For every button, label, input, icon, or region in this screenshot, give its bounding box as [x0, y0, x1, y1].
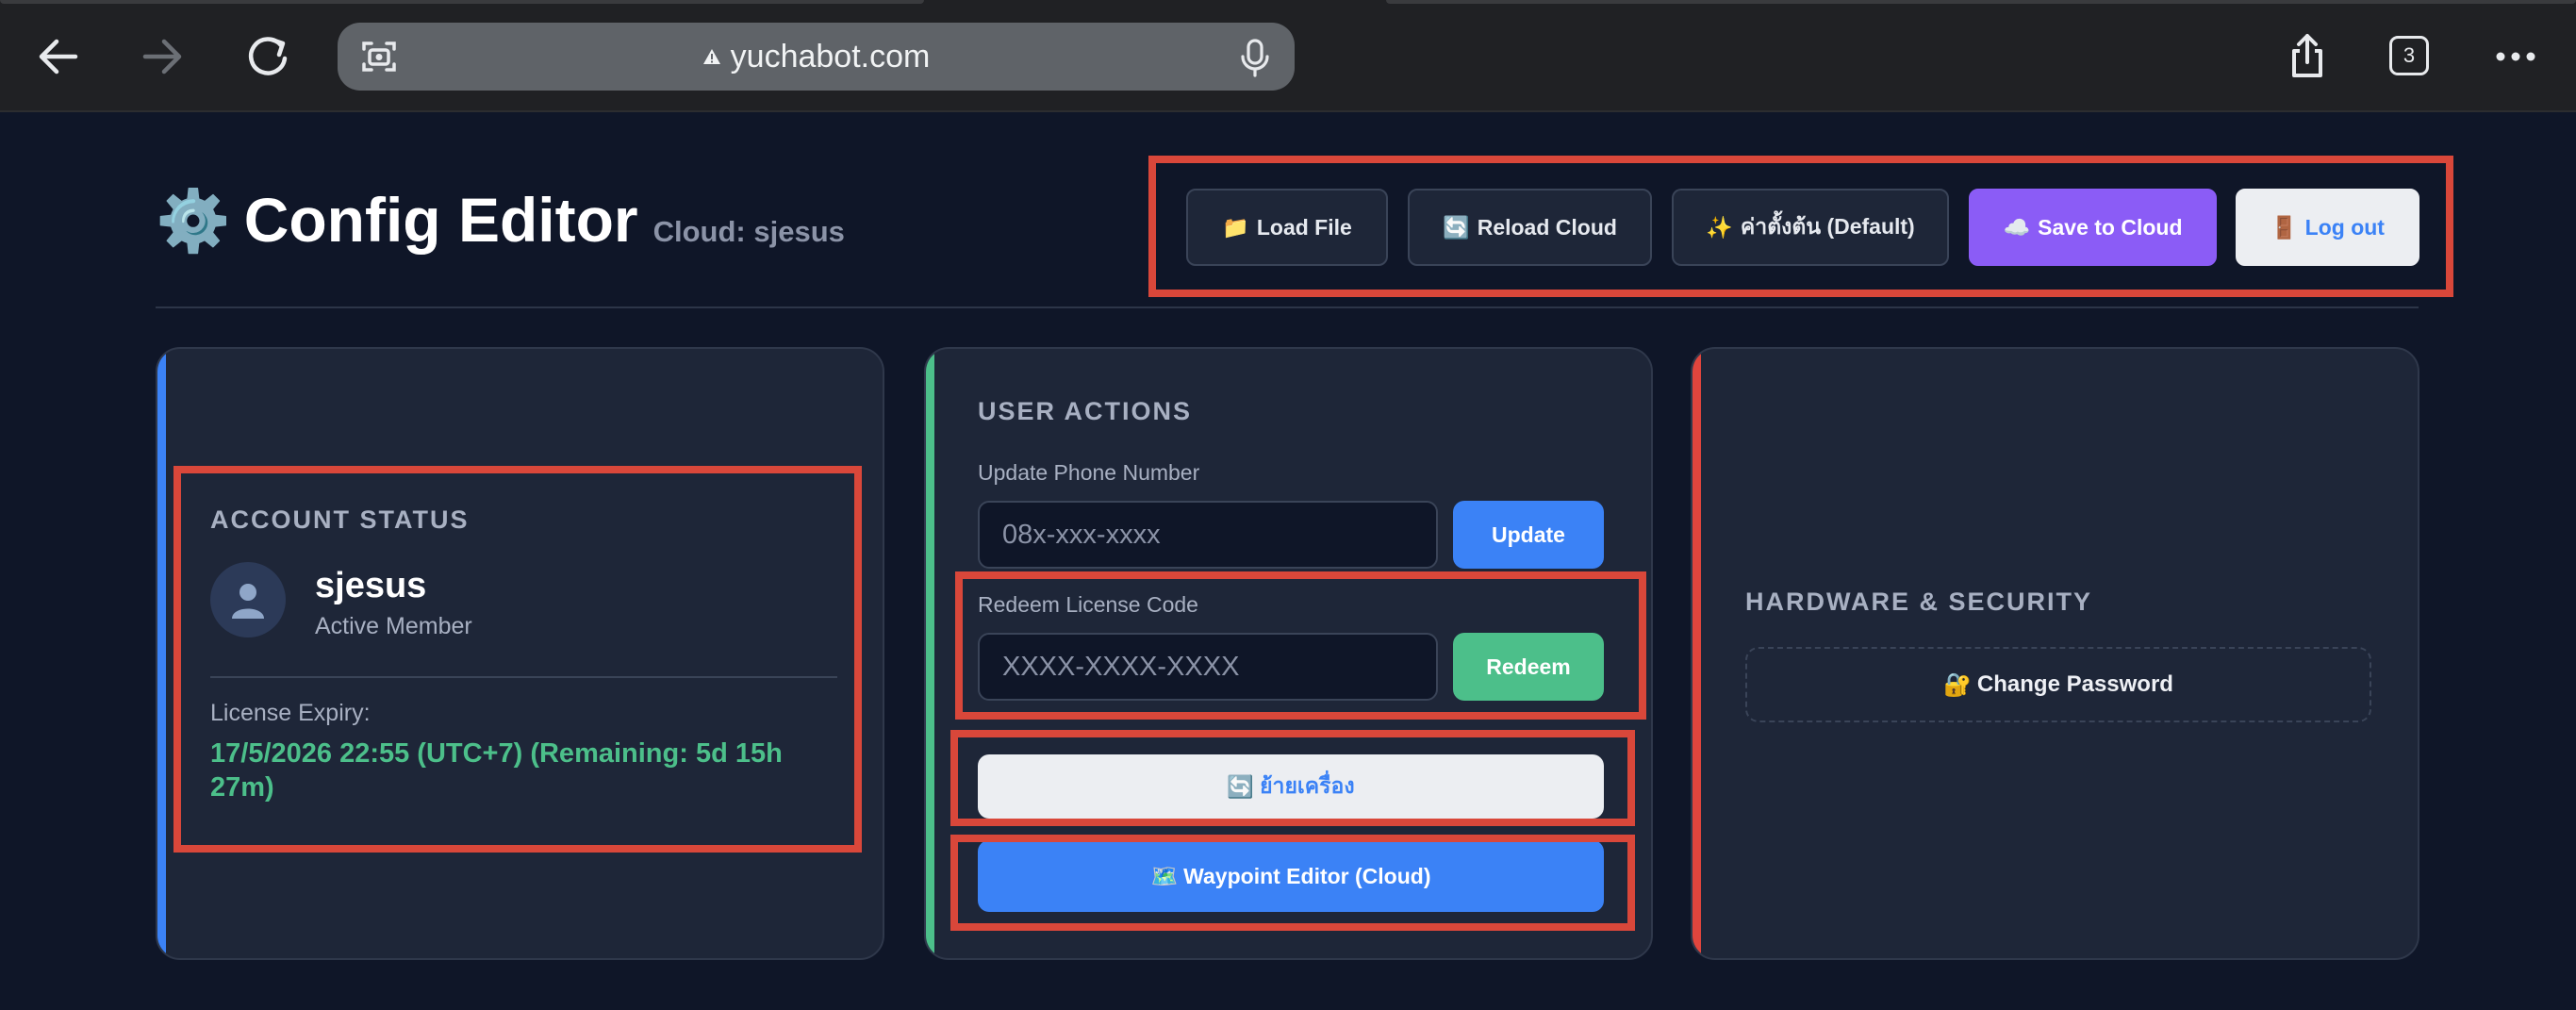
- load-file-button[interactable]: 📁 Load File: [1186, 189, 1388, 266]
- cloud-icon: ☁️: [2003, 214, 2031, 240]
- cloud-user-label: Cloud: sjesus: [652, 215, 845, 248]
- tab-strip-edge: [1386, 0, 2576, 4]
- tab-switcher-button[interactable]: 3: [2389, 36, 2429, 75]
- hardware-security-heading: HARDWARE & SECURITY: [1745, 588, 2093, 616]
- logout-label: Log out: [2304, 214, 2385, 240]
- microphone-icon[interactable]: [1236, 38, 1274, 77]
- card-accent-red: [1693, 349, 1701, 958]
- reload-cloud-label: Reload Cloud: [1477, 214, 1617, 240]
- change-password-label: Change Password: [1976, 671, 2173, 697]
- address-bar[interactable]: yuchabot.com: [338, 23, 1295, 91]
- page-title-text: Config Editor: [243, 185, 638, 255]
- folder-icon: 📁: [1222, 214, 1249, 240]
- reload-cloud-button[interactable]: 🔄 Reload Cloud: [1408, 189, 1652, 266]
- door-icon: 🚪: [2271, 214, 2298, 240]
- arrow-right-icon: [142, 39, 182, 75]
- waypoint-highlight-box: [950, 835, 1635, 931]
- page-title: ⚙️ Config Editor Cloud: sjesus: [156, 189, 845, 251]
- sparkles-icon: ✨: [1706, 214, 1733, 240]
- update-phone-button[interactable]: Update: [1453, 501, 1604, 569]
- browser-toolbar: yuchabot.com 3: [0, 0, 2576, 112]
- save-to-cloud-button[interactable]: ☁️ Save to Cloud: [1969, 189, 2217, 266]
- gear-icon: ⚙️: [156, 187, 231, 255]
- warning-triangle-icon: [702, 49, 720, 64]
- redeem-highlight-box: [955, 571, 1646, 720]
- default-settings-button[interactable]: ✨ ค่าตั้งต้น (Default): [1672, 189, 1949, 266]
- card-accent-blue: [157, 349, 166, 958]
- tab-count: 3: [2403, 43, 2416, 67]
- share-icon: [2292, 34, 2322, 77]
- more-dots-icon: [2496, 52, 2535, 61]
- load-file-label: Load File: [1256, 214, 1352, 240]
- phone-number-input[interactable]: 08x-xxx-xxxx: [978, 501, 1438, 569]
- url-display: yuchabot.com: [338, 23, 1295, 91]
- phone-number-placeholder: 08x-xxx-xxxx: [1002, 519, 1161, 550]
- forward-button[interactable]: [132, 26, 192, 87]
- back-button[interactable]: [28, 26, 89, 87]
- phone-number-label: Update Phone Number: [978, 460, 1200, 485]
- share-button[interactable]: [2277, 26, 2337, 87]
- reload-icon: [248, 37, 288, 75]
- change-password-button[interactable]: 🔐 Change Password: [1745, 647, 2371, 722]
- header-divider: [156, 306, 2419, 308]
- url-text: yuchabot.com: [730, 38, 931, 75]
- refresh-icon: 🔄: [1443, 214, 1470, 240]
- tab-strip-edge: [0, 0, 924, 4]
- more-menu-button[interactable]: [2485, 26, 2546, 87]
- move-device-highlight-box: [950, 730, 1635, 826]
- account-highlight-box: [173, 466, 862, 853]
- logout-button[interactable]: 🚪 Log out: [2236, 189, 2419, 266]
- arrow-left-icon: [39, 39, 78, 75]
- default-settings-label: ค่าตั้งต้น (Default): [1740, 214, 1915, 239]
- update-label: Update: [1492, 522, 1565, 547]
- save-to-cloud-label: Save to Cloud: [2038, 214, 2183, 240]
- card-accent-green: [926, 349, 934, 958]
- reload-button[interactable]: [238, 26, 298, 87]
- user-actions-heading: USER ACTIONS: [978, 397, 1193, 425]
- lock-key-icon: 🔐: [1943, 671, 1972, 698]
